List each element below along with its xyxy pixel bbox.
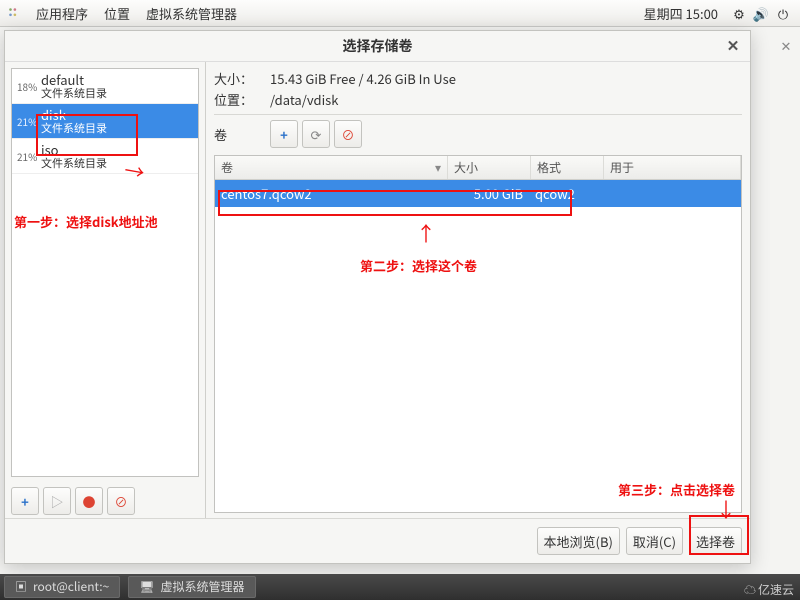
- choose-volume-button[interactable]: 选择卷: [689, 527, 742, 555]
- main-pane: 大小：15.43 GiB Free / 4.26 GiB In Use 位置：/…: [206, 62, 750, 519]
- volume-row[interactable]: centos7.qcow2 5.00 GiB qcow2: [215, 180, 741, 207]
- delete-volume-button[interactable]: ⊘: [334, 120, 362, 148]
- activities-icon: [6, 5, 22, 21]
- volume-format: qcow2: [529, 180, 601, 207]
- pool-item-disk[interactable]: 21% disk文件系统目录: [12, 104, 198, 139]
- col-size[interactable]: 大小: [448, 156, 531, 179]
- pool-usage-pct: 18%: [17, 79, 39, 94]
- menu-vmm[interactable]: 虚拟系统管理器: [138, 4, 245, 23]
- terminal-icon: ▣: [15, 577, 27, 597]
- volume-table-header: 卷 ▾ 大小 格式 用于: [215, 156, 741, 180]
- volume-name: centos7.qcow2: [215, 180, 447, 207]
- pool-sidebar: 18% default文件系统目录 21% disk文件系统目录 21% iso…: [5, 62, 206, 519]
- power-icon[interactable]: ⏻: [774, 4, 792, 23]
- watermark: ☁亿速云: [744, 581, 794, 598]
- pool-list: 18% default文件系统目录 21% disk文件系统目录 21% iso…: [11, 68, 199, 477]
- delete-icon: ⊘: [114, 492, 127, 511]
- volume-icon[interactable]: 🔊: [752, 4, 770, 23]
- task-vmm[interactable]: 🖥 虚拟系统管理器: [128, 576, 255, 598]
- delete-icon: ⊘: [341, 125, 354, 144]
- size-label: 大小：: [214, 69, 270, 88]
- sort-icon: ▾: [435, 159, 441, 176]
- volume-used: [601, 180, 741, 207]
- col-format[interactable]: 格式: [531, 156, 604, 179]
- cancel-button[interactable]: 取消(C): [626, 527, 683, 555]
- refresh-button[interactable]: ⟳: [302, 120, 330, 148]
- add-pool-button[interactable]: +: [11, 487, 39, 515]
- storage-volume-dialog: 选择存储卷 ✕ 18% default文件系统目录 21% disk文件系统目录…: [4, 30, 751, 564]
- pool-type: 文件系统目录: [41, 87, 193, 100]
- pool-item-default[interactable]: 18% default文件系统目录: [12, 69, 198, 104]
- col-used[interactable]: 用于: [604, 156, 741, 179]
- network-icon[interactable]: ⚙: [730, 4, 748, 23]
- local-browse-button[interactable]: 本地浏览(B): [537, 527, 620, 555]
- pool-usage-pct: 21%: [17, 149, 39, 164]
- play-icon: ▷: [50, 492, 63, 511]
- task-terminal[interactable]: ▣ root@client:~: [4, 576, 120, 598]
- menu-places[interactable]: 位置: [96, 4, 138, 23]
- background-close-icon[interactable]: ✕: [778, 36, 794, 52]
- volumes-label: 卷: [214, 125, 270, 144]
- new-volume-button[interactable]: +: [270, 120, 298, 148]
- task-label: 虚拟系统管理器: [160, 577, 244, 597]
- size-value: 15.43 GiB Free / 4.26 GiB In Use: [270, 69, 742, 88]
- dialog-titlebar: 选择存储卷 ✕: [5, 31, 750, 62]
- clock-label[interactable]: 星期四 15:00: [634, 4, 728, 23]
- record-icon: ●: [82, 492, 95, 511]
- dialog-title: 选择存储卷: [343, 36, 413, 56]
- plus-icon: +: [280, 125, 288, 144]
- dialog-footer: 本地浏览(B) 取消(C) 选择卷: [5, 518, 750, 563]
- pool-type: 文件系统目录: [41, 157, 193, 170]
- plus-icon: +: [21, 492, 29, 511]
- refresh-icon: ⟳: [311, 125, 322, 144]
- gnome-taskbar: ▣ root@client:~ 🖥 虚拟系统管理器: [0, 574, 800, 600]
- start-pool-button[interactable]: ▷: [43, 487, 71, 515]
- menu-applications[interactable]: 应用程序: [28, 4, 96, 23]
- pool-item-iso[interactable]: 21% iso文件系统目录: [12, 139, 198, 174]
- delete-pool-button[interactable]: ⊘: [107, 487, 135, 515]
- location-label: 位置：: [214, 90, 270, 109]
- gnome-menubar: 应用程序 位置 虚拟系统管理器 星期四 15:00 ⚙ 🔊 ⏻: [0, 0, 800, 27]
- pool-type: 文件系统目录: [41, 122, 193, 135]
- stop-pool-button[interactable]: ●: [75, 487, 103, 515]
- task-label: root@client:~: [33, 577, 109, 597]
- location-value: /data/vdisk: [270, 90, 742, 109]
- col-volume[interactable]: 卷 ▾: [215, 156, 448, 179]
- close-icon[interactable]: ✕: [724, 37, 742, 55]
- pool-usage-pct: 21%: [17, 114, 39, 129]
- volume-size: 5.00 GiB: [447, 180, 529, 207]
- volume-table: 卷 ▾ 大小 格式 用于 centos7.qcow2 5.00 GiB qcow…: [214, 155, 742, 513]
- vmm-icon: 🖥: [139, 577, 154, 597]
- cloud-icon: ☁: [744, 581, 756, 598]
